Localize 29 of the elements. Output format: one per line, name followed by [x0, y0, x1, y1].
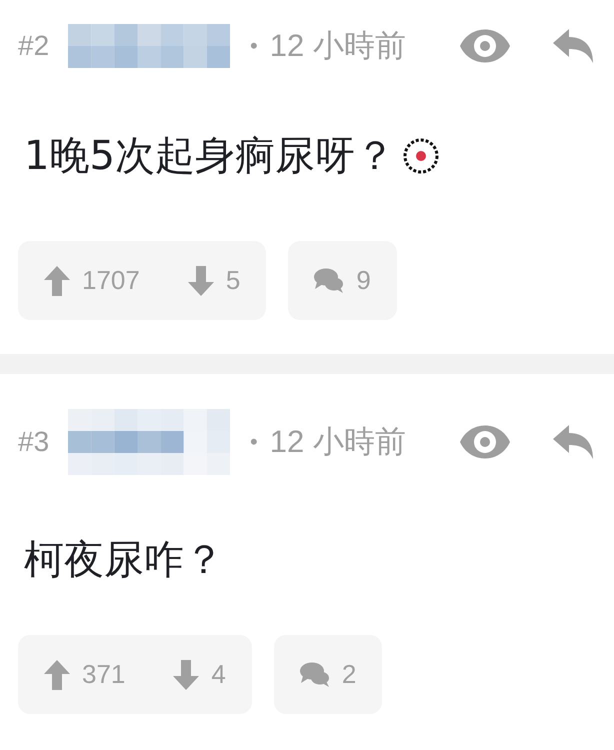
post-number: #3 — [18, 426, 50, 458]
separator-dot: • — [250, 33, 258, 59]
up-arrow-icon — [44, 266, 70, 296]
comment-icon — [314, 268, 344, 294]
reply-button[interactable] — [552, 425, 593, 459]
eye-icon — [460, 425, 510, 459]
comment-icon — [300, 662, 330, 688]
downvote-button[interactable]: 5 — [188, 265, 240, 296]
upvote-button[interactable]: 371 — [44, 659, 126, 690]
comments-button[interactable]: 9 — [314, 265, 371, 296]
down-arrow-icon — [188, 266, 214, 296]
emoji-icon — [402, 138, 439, 174]
reply-button[interactable] — [552, 29, 593, 63]
down-arrow-icon — [173, 660, 200, 690]
reply-icon — [552, 425, 593, 459]
reply-icon — [552, 29, 593, 63]
up-arrow-icon — [44, 660, 70, 690]
eye-icon — [460, 29, 510, 63]
view-button[interactable] — [460, 29, 510, 63]
downvote-button[interactable]: 4 — [173, 659, 226, 690]
post-number: #2 — [18, 30, 50, 62]
upvote-button[interactable]: 1707 — [44, 265, 140, 296]
post-text: 1晚5次起身痾尿呀？ — [24, 132, 395, 181]
comments-button[interactable]: 2 — [300, 659, 356, 690]
view-button[interactable] — [460, 425, 510, 459]
separator-dot: • — [250, 429, 258, 455]
post-time: 12 小時前 — [270, 423, 407, 461]
post-time: 12 小時前 — [270, 27, 407, 65]
post-text: 柯夜尿咋？ — [24, 536, 224, 585]
